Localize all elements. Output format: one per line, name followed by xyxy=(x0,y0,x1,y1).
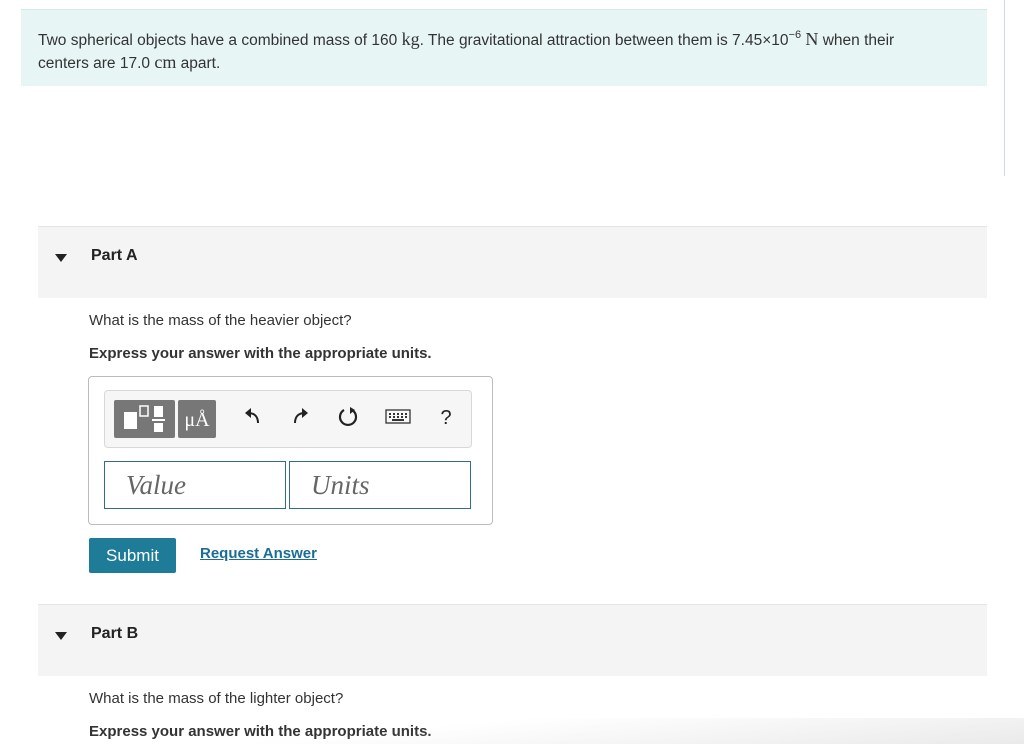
value-input[interactable]: Value xyxy=(104,461,286,509)
problem-text: Two spherical objects have a combined ma… xyxy=(38,32,398,49)
part-b-instruction: Express your answer with the appropriate… xyxy=(89,723,432,740)
part-b-question: What is the mass of the lighter object? xyxy=(89,690,344,707)
unit-cm: cm xyxy=(154,52,177,72)
part-a-question: What is the mass of the heavier object? xyxy=(89,312,352,329)
units-placeholder: Units xyxy=(311,470,370,500)
unit-n: N xyxy=(805,29,819,49)
part-a-header[interactable]: Part A xyxy=(38,226,987,298)
problem-text: when their xyxy=(822,32,895,49)
redo-icon xyxy=(294,408,308,424)
units-button[interactable]: μÅ xyxy=(178,400,216,438)
collapse-caret-icon[interactable] xyxy=(55,254,67,262)
keyboard-button[interactable] xyxy=(384,406,412,432)
right-divider xyxy=(1004,0,1005,176)
undo-icon xyxy=(245,408,259,424)
problem-statement: Two spherical objects have a combined ma… xyxy=(21,9,987,86)
templates-icon xyxy=(124,405,165,432)
reset-button[interactable] xyxy=(336,406,360,432)
unit-kg: kg xyxy=(401,29,420,49)
templates-button[interactable] xyxy=(114,400,175,438)
submit-button[interactable]: Submit xyxy=(89,538,176,573)
undo-button[interactable] xyxy=(241,406,265,432)
problem-text: apart. xyxy=(180,55,221,72)
part-a-title: Part A xyxy=(91,247,138,264)
problem-text: centers are 17.0 xyxy=(38,55,151,72)
reset-icon xyxy=(338,407,358,427)
keyboard-icon xyxy=(385,409,411,424)
collapse-caret-icon[interactable] xyxy=(55,632,67,640)
math-toolbar: μÅ ? xyxy=(104,390,472,448)
help-icon: ? xyxy=(440,407,452,429)
units-input[interactable]: Units xyxy=(289,461,471,509)
value-placeholder: Value xyxy=(126,470,186,500)
part-a-instruction: Express your answer with the appropriate… xyxy=(89,345,432,362)
request-answer-link[interactable]: Request Answer xyxy=(200,545,317,562)
units-icon: μÅ xyxy=(184,409,210,431)
exponent: −6 xyxy=(788,29,802,41)
part-b-header[interactable]: Part B xyxy=(38,604,987,676)
part-b-title: Part B xyxy=(91,625,139,642)
answer-box: μÅ ? Value Units xyxy=(88,376,493,525)
redo-button[interactable] xyxy=(288,406,312,432)
help-button[interactable]: ? xyxy=(434,406,458,432)
problem-text: . The gravitational attraction between t… xyxy=(419,32,789,49)
